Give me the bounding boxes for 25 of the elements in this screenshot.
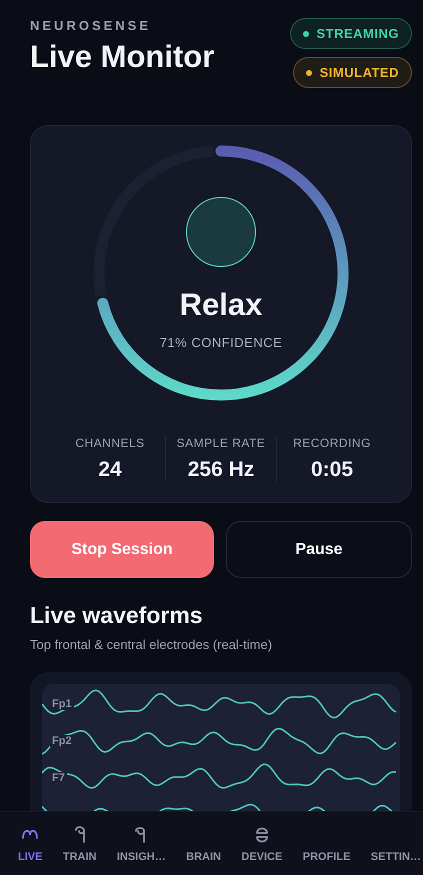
section-subtitle: Top frontal & central electrodes (real-time)	[30, 637, 274, 652]
stat-value: 0:05	[310, 458, 354, 482]
nav-tab[interactable]: DEVICE	[241, 812, 282, 875]
stat-value: 256 Hz	[188, 458, 254, 482]
nav-tab[interactable]: PROFILE	[302, 812, 350, 875]
nav-tab[interactable]: SETTIN…	[370, 812, 421, 875]
section-title: Live waveforms	[30, 602, 204, 629]
nav-tab[interactable]: INSIGH…	[116, 812, 166, 875]
stat-label: RECORDING	[293, 436, 371, 450]
state-label: Relax	[180, 287, 262, 323]
status-badge: SIMULATED	[292, 57, 412, 88]
stat-label: SAMPLE RATE	[176, 436, 266, 450]
pause-button[interactable]: Pause	[226, 521, 412, 578]
status-badge: STREAMING	[290, 18, 412, 49]
channel-label: F7	[50, 772, 67, 784]
nav-tab[interactable]: LIVE	[18, 812, 42, 875]
stat-label: CHANNELS	[75, 436, 145, 450]
nav-tab[interactable]: TRAIN	[62, 812, 96, 875]
brand-label: NEUROSENSE	[30, 18, 152, 33]
nav-tab[interactable]: BRAIN	[186, 812, 221, 875]
confidence-label: 71% CONFIDENCE	[160, 335, 282, 350]
stat-value: 24	[98, 458, 122, 482]
page-title: Live Monitor	[30, 39, 214, 75]
channel-label: Fp1	[50, 698, 74, 710]
channel-label: Fp2	[50, 735, 74, 747]
